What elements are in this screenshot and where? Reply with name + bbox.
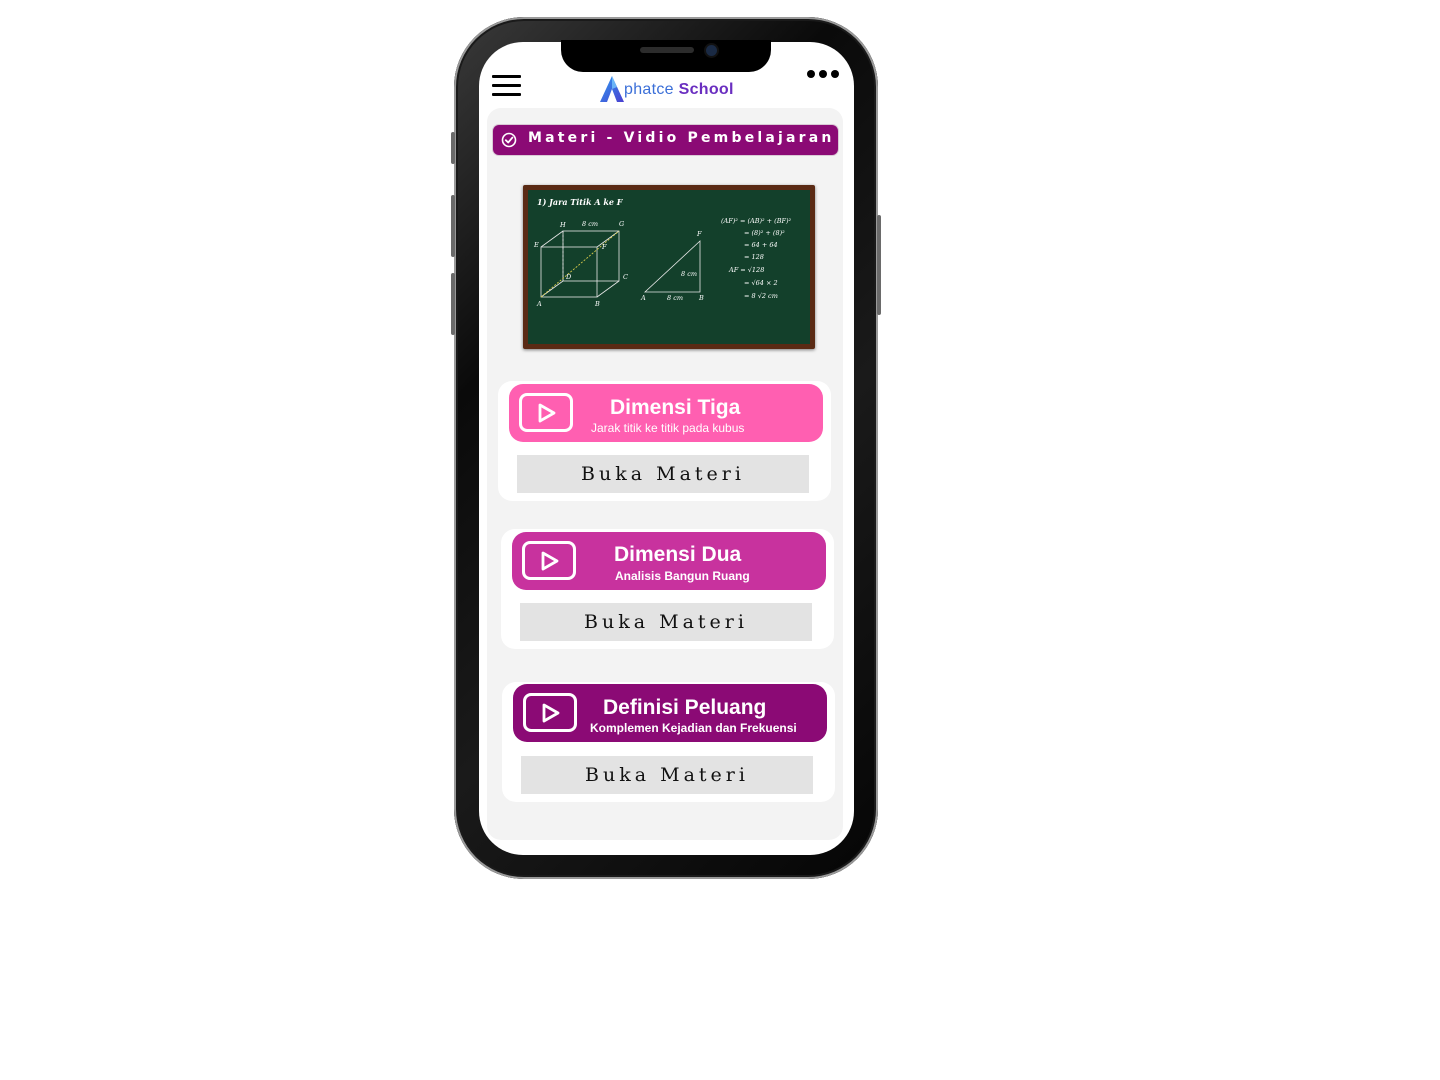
cube-label-e: E <box>533 241 539 249</box>
open-material-button[interactable]: Buka Materi <box>521 756 813 794</box>
equation-1: (AF)² = (AB)² + (BF)² <box>721 217 792 225</box>
triangle-label-b: B <box>698 294 704 302</box>
phone-camera <box>706 45 717 56</box>
course-video-banner[interactable]: Definisi Peluang Komplemen Kejadian dan … <box>513 684 827 742</box>
cube-label-f: F <box>601 243 607 251</box>
more-options-icon[interactable] <box>806 70 840 80</box>
open-material-button[interactable]: Buka Materi <box>520 603 812 641</box>
board-heading: 1) Jara Titik A ke F <box>537 197 624 207</box>
equation-7: = 8 √2 cm <box>744 292 778 300</box>
triangle-label-f: F <box>696 230 702 238</box>
triangle-label-base: 8 cm <box>667 294 683 302</box>
course-card-dimensi-tiga: Dimensi Tiga Jarak titik ke titik pada k… <box>498 381 831 501</box>
course-subtitle: Komplemen Kejadian dan Frekuensi <box>590 721 797 735</box>
cube-label-c: C <box>623 273 628 281</box>
course-title: Definisi Peluang <box>603 696 767 719</box>
course-card-definisi-peluang: Definisi Peluang Komplemen Kejadian dan … <box>502 682 835 802</box>
open-material-button[interactable]: Buka Materi <box>517 455 809 493</box>
play-video-icon <box>522 541 576 580</box>
chalkboard-image: 1) Jara Titik A ke F H 8 cm G E F D C A … <box>523 185 815 349</box>
play-video-icon <box>523 693 577 732</box>
course-video-banner[interactable]: Dimensi Tiga Jarak titik ke titik pada k… <box>509 384 823 442</box>
phone-volume-down-button <box>451 273 455 335</box>
cube-label-g: G <box>619 220 624 228</box>
course-card-dimensi-dua: Dimensi Dua Analisis Bangun Ruang Buka M… <box>501 529 834 649</box>
phone-notch <box>561 40 771 72</box>
triangle-labels: F 8 cm A 8 cm B <box>640 230 704 302</box>
section-title: Materi - Vidio Pembelajaran <box>528 130 835 146</box>
play-video-icon <box>519 393 573 432</box>
phone-volume-up-button <box>451 195 455 257</box>
check-circle-icon <box>501 132 517 148</box>
cube-label-b: B <box>594 300 600 308</box>
cube-labels: H 8 cm G E F D C A B <box>533 220 628 308</box>
section-title-banner: Materi - Vidio Pembelajaran <box>493 125 838 155</box>
board-equations: (AF)² = (AB)² + (BF)² = (8)² + (8)² = 64… <box>721 217 792 300</box>
chalkboard-drawing: 1) Jara Titik A ke F H 8 cm G E F D C A … <box>533 197 792 308</box>
cube-label-a: A <box>536 300 542 308</box>
phone-silent-switch <box>451 132 455 164</box>
equation-5: AF = √128 <box>728 266 764 274</box>
equation-2: = (8)² + (8)² <box>744 229 785 237</box>
logo-text-part1: phatce <box>624 81 674 98</box>
cube-label-top-length: 8 cm <box>582 220 598 228</box>
app-logo-text: phatce School <box>624 81 734 99</box>
course-video-banner[interactable]: Dimensi Dua Analisis Bangun Ruang <box>512 532 826 590</box>
triangle-label-height: 8 cm <box>681 270 697 278</box>
course-title: Dimensi Dua <box>614 543 742 566</box>
course-subtitle: Jarak titik ke titik pada kubus <box>591 421 745 435</box>
triangle-label-a: A <box>640 294 646 302</box>
cube-label-h: H <box>559 221 566 229</box>
menu-icon[interactable] <box>492 75 522 97</box>
cube-label-d: D <box>565 273 572 281</box>
phone-power-button <box>877 215 881 315</box>
logo-a-icon <box>600 76 624 102</box>
equation-6: = √64 × 2 <box>744 279 778 287</box>
equation-4: = 128 <box>744 253 764 261</box>
course-subtitle: Analisis Bangun Ruang <box>615 569 750 583</box>
course-title: Dimensi Tiga <box>610 396 741 419</box>
equation-3: = 64 + 64 <box>744 241 778 249</box>
phone-speaker <box>640 47 694 53</box>
logo-text-part2: School <box>678 81 734 98</box>
